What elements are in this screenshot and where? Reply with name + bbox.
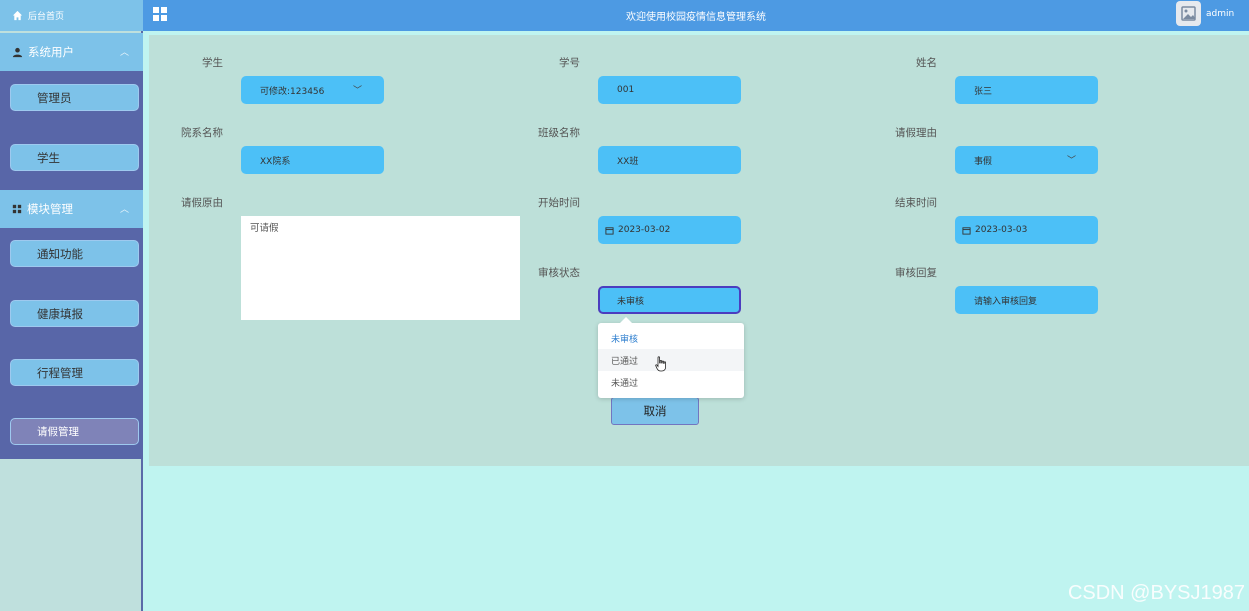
sidebar-item-itinerary[interactable]: 行程管理 [10,359,139,386]
dropdown-arrow [620,317,632,323]
dropdown-option-rejected[interactable]: 未通过 [598,371,744,393]
name-value: 张三 [974,86,993,97]
sidebar-group-label: 模块管理 [27,202,73,216]
student-value: 可修改:123456 [260,86,325,97]
hand-cursor-icon [655,356,666,372]
leave-cause-textarea[interactable]: 可请假 [241,216,520,320]
system-title: 欢迎使用校园疫情信息管理系统 [626,12,766,23]
top-header: 欢迎使用校园疫情信息管理系统 admin [143,0,1249,31]
student-no-field[interactable]: 001 [598,76,741,104]
leave-cause-value: 可请假 [250,223,279,234]
name-field[interactable]: 张三 [955,76,1098,104]
sidebar-submenu-module-management: 通知功能 健康填报 行程管理 请假管理 [0,228,143,459]
sidebar-item-label: 通知功能 [37,246,83,261]
chevron-down-icon: ﹀ [1066,156,1076,166]
sidebar-item-leave[interactable]: 请假管理 [10,418,139,445]
sidebar-item-label: 健康填报 [37,306,83,321]
dept-field[interactable]: XX院系 [241,146,384,174]
review-status-value: 未审核 [617,296,645,307]
cancel-button[interactable]: 取消 [611,397,699,425]
sidebar-home-label: 后台首页 [28,12,65,22]
calendar-icon [962,226,971,235]
sidebar-group-system-users[interactable]: 系统用户 ︿ [0,33,143,71]
sidebar-submenu-system-users: 管理员 学生 [0,71,143,190]
student-no-value: 001 [617,85,635,95]
start-time-picker[interactable]: 2023-03-02 [598,216,741,244]
sidebar-item-health-report[interactable]: 健康填报 [10,300,139,327]
end-time-value: 2023-03-03 [975,225,1028,235]
dropdown-option-approved[interactable]: 已通过 [598,349,744,371]
review-reply-label: 审核回复 [895,267,937,279]
review-status-label: 审核状态 [538,267,580,279]
avatar[interactable] [1176,1,1201,26]
start-time-value: 2023-03-02 [618,225,671,235]
name-label: 姓名 [916,57,937,69]
leave-cause-label: 请假原由 [181,197,223,209]
username[interactable]: admin [1206,9,1234,19]
leave-reason-label: 请假理由 [895,127,937,139]
class-label: 班级名称 [538,127,580,139]
sidebar-home[interactable]: 后台首页 [0,0,143,31]
sidebar-item-label: 请假管理 [37,426,79,438]
end-time-picker[interactable]: 2023-03-03 [955,216,1098,244]
class-value: XX班 [617,156,639,167]
review-status-dropdown: 未审核 已通过 未通过 [598,317,744,398]
sidebar-item-admin[interactable]: 管理员 [10,84,139,111]
sidebar-item-label: 管理员 [37,90,72,105]
chevron-down-icon: ﹀ [352,86,362,96]
leave-reason-value: 事假 [974,156,993,167]
dept-value: XX院系 [260,156,291,167]
review-reply-input[interactable]: 请输入审核回复 [955,286,1098,314]
watermark: CSDN @BYSJ1987 [1067,582,1245,604]
sidebar: 后台首页 系统用户 ︿ 管理员 学生 模块管理 ︿ 通知功能 健康填报 行程管理 [0,0,143,611]
sidebar-group-module-management[interactable]: 模块管理 ︿ [0,190,143,228]
image-placeholder-icon [1181,6,1196,21]
sidebar-item-student[interactable]: 学生 [10,144,139,171]
sidebar-item-label: 学生 [37,150,60,165]
grid-icon [12,204,22,214]
end-time-label: 结束时间 [895,197,937,209]
student-no-label: 学号 [559,57,580,69]
sidebar-item-notice[interactable]: 通知功能 [10,240,139,267]
review-reply-placeholder: 请输入审核回复 [974,296,1038,307]
dropdown-option-pending[interactable]: 未审核 [598,327,744,349]
home-icon [12,10,23,21]
review-status-select[interactable]: 未审核 [598,286,741,314]
start-time-label: 开始时间 [538,197,580,209]
sidebar-item-label: 行程管理 [37,365,83,380]
calendar-icon [605,226,614,235]
sidebar-group-label: 系统用户 [28,45,74,59]
dept-label: 院系名称 [181,127,223,139]
student-label: 学生 [202,57,223,69]
class-field[interactable]: XX班 [598,146,741,174]
leave-reason-select[interactable]: 事假 ﹀ [955,146,1098,174]
student-select[interactable]: 可修改:123456 ﹀ [241,76,384,104]
user-icon [12,47,23,57]
